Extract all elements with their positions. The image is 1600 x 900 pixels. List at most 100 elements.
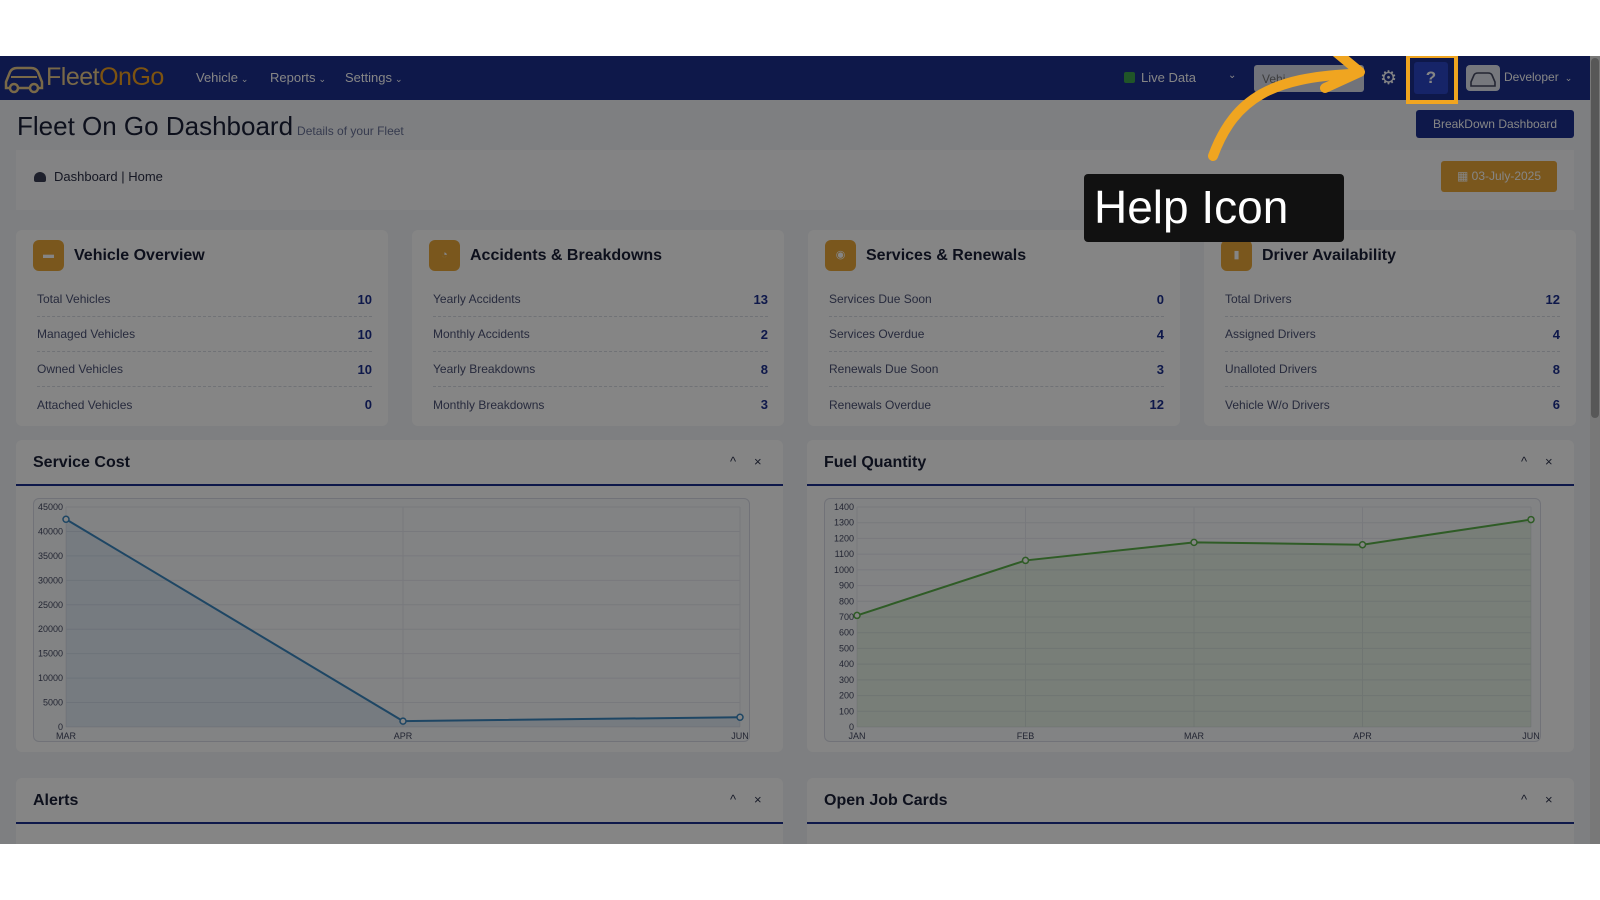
gauge-icon: ◉ [825, 240, 856, 271]
collapse-icon[interactable]: ^ [730, 454, 736, 469]
stat-row[interactable]: Yearly Accidents 13 [433, 282, 768, 317]
x-tick-label: APR [394, 731, 413, 741]
close-icon[interactable]: × [754, 454, 762, 469]
speedometer-icon: ◔ [429, 240, 460, 271]
stat-row[interactable]: Renewals Overdue 12 [829, 387, 1164, 422]
services-renewals-card: ◉ Services & Renewals Services Due Soon 0 … [808, 230, 1180, 426]
nav-reports[interactable]: Reports ⌄ [270, 70, 326, 85]
collapse-icon[interactable]: ^ [1521, 792, 1527, 807]
date-text: 03-July-2025 [1471, 169, 1542, 183]
nav-vehicle-label: Vehicle [196, 70, 238, 85]
stat-label: Owned Vehicles [37, 362, 124, 376]
vehicle-search-input[interactable] [1254, 65, 1364, 92]
stat-row[interactable]: Services Due Soon 0 [829, 282, 1164, 317]
stat-value: 2 [760, 326, 768, 342]
gear-icon[interactable]: ⚙ [1380, 67, 1397, 90]
y-tick-label: 30000 [38, 575, 63, 585]
y-tick-label: 1200 [834, 533, 854, 543]
stat-label: Renewals Overdue [829, 397, 932, 412]
close-icon[interactable]: × [1545, 454, 1553, 469]
panel-header: Service Cost ^ × [16, 440, 783, 486]
collapse-icon[interactable]: ^ [730, 792, 736, 807]
x-tick-label: FEB [1017, 731, 1035, 741]
stat-row[interactable]: Vehicle W/o Drivers 6 [1225, 387, 1560, 422]
data-point [853, 611, 861, 620]
y-tick-label: 25000 [38, 600, 63, 610]
stat-label: Yearly Accidents [433, 292, 521, 306]
stat-row[interactable]: Renewals Due Soon 3 [829, 352, 1164, 387]
stat-row[interactable]: Monthly Accidents 2 [433, 317, 768, 352]
breadcrumb[interactable]: Dashboard | Home [34, 169, 163, 184]
collapse-icon[interactable]: ^ [1521, 454, 1527, 469]
close-icon[interactable]: × [1545, 792, 1553, 807]
stat-label: Monthly Accidents [433, 327, 530, 341]
nav-settings[interactable]: Settings ⌄ [345, 70, 403, 85]
breakdown-dashboard-button[interactable]: BreakDown Dashboard [1416, 110, 1574, 138]
x-tick-label: APR [1353, 731, 1372, 741]
stat-row[interactable]: Managed Vehicles 10 [37, 317, 372, 352]
open-job-cards-panel: Open Job Cards ^ × [807, 778, 1574, 844]
stat-row[interactable]: Owned Vehicles 10 [37, 352, 372, 387]
stat-label: Total Drivers [1225, 292, 1292, 306]
date-picker-button[interactable]: ▦ 03-July-2025 [1441, 161, 1557, 192]
y-tick-label: 300 [839, 675, 854, 685]
data-point [1190, 538, 1198, 547]
nav-vehicle[interactable]: Vehicle ⌄ [196, 70, 248, 85]
y-tick-label: 500 [839, 643, 854, 653]
logo-text: FleetOnGo [46, 63, 164, 92]
stat-row[interactable]: Services Overdue 4 [829, 317, 1164, 352]
stat-row[interactable]: Total Drivers 12 [1225, 282, 1560, 317]
stat-label: Vehicle W/o Drivers [1225, 397, 1330, 412]
user-menu[interactable]: Developer ⌄ [1504, 70, 1572, 84]
stat-row[interactable]: Total Vehicles 10 [37, 282, 372, 317]
stat-label: Managed Vehicles [37, 327, 136, 341]
accidents-breakdowns-card: ◔ Accidents & Breakdowns Yearly Accidents… [412, 230, 784, 426]
chevron-down-icon[interactable]: ⌄ [1228, 70, 1236, 81]
panel-title: Fuel Quantity [824, 454, 927, 471]
y-tick-label: 1300 [834, 518, 854, 528]
fuel-quantity-chart: 0 100 200 300 400 500 600 700 800 900 1000 1100 1200… [824, 498, 1541, 742]
panel-header: Fuel Quantity ^ × [807, 440, 1574, 486]
data-point [736, 713, 744, 721]
y-tick-label: 100 [839, 706, 854, 716]
close-icon[interactable]: × [754, 792, 762, 807]
stat-row[interactable]: Attached Vehicles 0 [37, 387, 372, 422]
stat-value: 10 [357, 291, 372, 307]
stat-row[interactable]: Yearly Breakdowns 8 [433, 352, 768, 387]
page-title: Fleet On Go Dashboard Details of your Fle… [17, 111, 404, 142]
panel-title: Open Job Cards [824, 792, 948, 809]
stat-row[interactable]: Unalloted Drivers 8 [1225, 352, 1560, 387]
y-tick-label: 10000 [38, 673, 63, 683]
data-point [399, 717, 407, 725]
panel-title: Service Cost [33, 454, 130, 471]
stat-label: Unalloted Drivers [1225, 362, 1318, 376]
car-logo-icon [4, 66, 44, 94]
stat-value: 0 [1156, 291, 1164, 307]
stat-value: 13 [753, 291, 768, 307]
card-title: Accidents & Breakdowns [470, 246, 663, 264]
stat-value: 4 [1552, 326, 1560, 342]
fleetongo-logo[interactable]: FleetOnGo [2, 60, 164, 94]
stat-row[interactable]: Assigned Drivers 4 [1225, 317, 1560, 352]
help-button[interactable]: ? [1414, 62, 1448, 94]
y-tick-label: 400 [839, 659, 854, 669]
y-tick-label: 35000 [38, 551, 63, 561]
help-icon-callout: Help Icon [1084, 174, 1344, 242]
scrollbar-thumb[interactable] [1591, 58, 1599, 418]
stat-value: 10 [357, 361, 372, 377]
chevron-down-icon: ⌄ [1564, 73, 1573, 83]
stat-value: 12 [1545, 291, 1560, 307]
stat-value: 12 [1149, 397, 1164, 412]
stat-label: Services Due Soon [829, 292, 932, 306]
y-tick-label: 1000 [834, 565, 854, 575]
live-data-toggle[interactable]: Live Data [1124, 70, 1196, 85]
card-title: Services & Renewals [866, 246, 1027, 264]
user-avatar[interactable] [1466, 65, 1500, 91]
bar-chart-icon: ▮ [1221, 240, 1252, 271]
x-tick-label: JUN [731, 731, 749, 741]
stat-row[interactable]: Monthly Breakdowns 3 [433, 387, 768, 422]
nav-reports-label: Reports [270, 70, 316, 85]
logo-text-plain: Fleet [46, 62, 100, 91]
x-tick-label: MAR [56, 731, 77, 741]
y-tick-label: 1400 [834, 502, 854, 512]
